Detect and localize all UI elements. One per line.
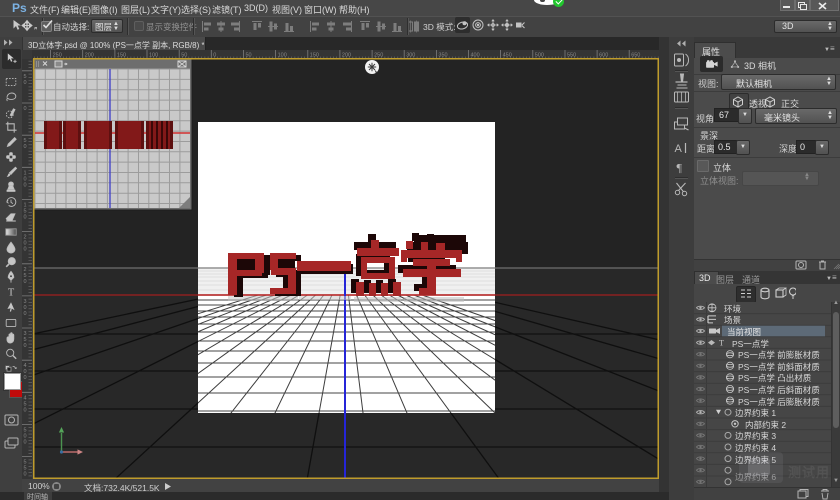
svg-text:T: T (8, 288, 15, 299)
svg-text:T: T (719, 339, 724, 348)
svg-text:0: 0 (24, 472, 27, 478)
svg-text:0: 0 (24, 144, 27, 150)
svg-text:0: 0 (24, 80, 27, 86)
svg-text:0: 0 (24, 440, 27, 446)
svg-text:0: 0 (24, 247, 27, 253)
svg-text:0: 0 (24, 311, 27, 317)
svg-text:A: A (675, 143, 683, 155)
svg-text:0: 0 (24, 106, 27, 112)
svg-text:0: 0 (24, 182, 27, 188)
svg-text:0: 0 (24, 343, 27, 349)
svg-text:¶: ¶ (677, 161, 683, 175)
svg-text:0: 0 (24, 375, 27, 381)
svg-text:0: 0 (24, 279, 27, 285)
svg-text:0: 0 (24, 407, 27, 413)
svg-text:0: 0 (24, 214, 27, 220)
